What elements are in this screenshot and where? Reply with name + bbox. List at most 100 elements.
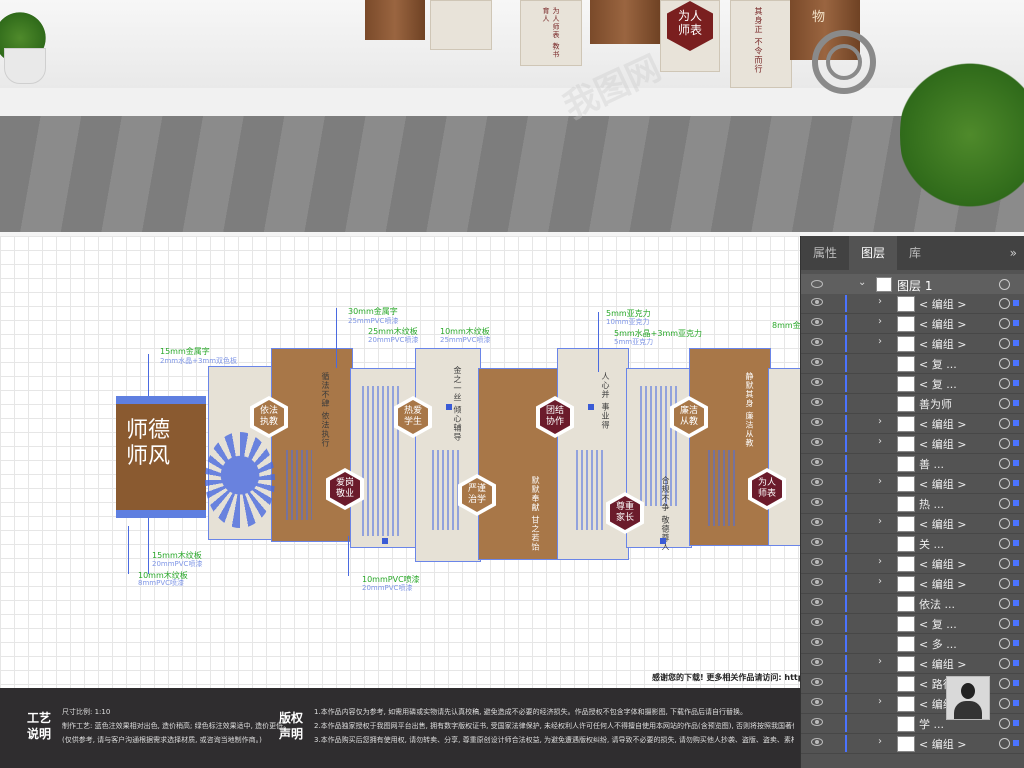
eye-icon[interactable]: [811, 338, 823, 346]
chevron-right-icon[interactable]: ›: [878, 576, 882, 587]
eye-icon[interactable]: [811, 398, 823, 406]
eye-icon[interactable]: [811, 458, 823, 466]
eye-icon[interactable]: [811, 718, 823, 726]
layer-item[interactable]: › < 编组 >: [801, 554, 1024, 574]
decorative-ornament[interactable]: [205, 432, 275, 528]
target-icon[interactable]: [999, 658, 1010, 669]
target-icon[interactable]: [999, 518, 1010, 529]
target-icon[interactable]: [999, 398, 1010, 409]
layer-item[interactable]: < 路径 >: [801, 674, 1024, 694]
layer-row-main[interactable]: ⌄ 图层 1: [801, 274, 1024, 294]
selection-indicator[interactable]: [1013, 720, 1019, 726]
canvas-panel-9[interactable]: [768, 368, 802, 546]
tab-layers[interactable]: 图层: [849, 236, 898, 270]
eye-icon[interactable]: [811, 438, 823, 446]
target-icon[interactable]: [999, 618, 1010, 629]
eye-icon[interactable]: [811, 678, 823, 686]
selection-indicator[interactable]: [1013, 380, 1019, 386]
layer-item[interactable]: › < 编组 >: [801, 474, 1024, 494]
layer-item[interactable]: < 复 ...: [801, 374, 1024, 394]
target-icon[interactable]: [999, 538, 1010, 549]
selection-indicator[interactable]: [1013, 520, 1019, 526]
selection-indicator[interactable]: [1013, 340, 1019, 346]
chevron-right-icon[interactable]: ›: [878, 336, 882, 347]
layer-item[interactable]: › < 编组 >: [801, 574, 1024, 594]
tab-library[interactable]: 库: [897, 236, 933, 270]
selection-indicator[interactable]: [1013, 420, 1019, 426]
eye-icon[interactable]: [811, 378, 823, 386]
shide-title-block[interactable]: 师德 师风: [116, 396, 206, 518]
layer-item[interactable]: 依法 ...: [801, 594, 1024, 614]
layers-panel[interactable]: 属性 图层 库 » ⌄ 图层 1 › < 编组 > › < 编组 > › < 编组 > < …: [800, 236, 1024, 768]
eye-icon[interactable]: [811, 498, 823, 506]
target-icon[interactable]: [999, 478, 1010, 489]
eye-icon[interactable]: [811, 578, 823, 586]
selection-indicator[interactable]: [1013, 460, 1019, 466]
eye-icon[interactable]: [811, 538, 823, 546]
eye-icon[interactable]: [811, 518, 823, 526]
layer-item[interactable]: 热 ...: [801, 494, 1024, 514]
selection-indicator[interactable]: [1013, 600, 1019, 606]
layer-item[interactable]: 学 ...: [801, 714, 1024, 734]
target-icon[interactable]: [999, 598, 1010, 609]
layer-item[interactable]: › < 编组 >: [801, 694, 1024, 714]
eye-icon[interactable]: [811, 658, 823, 666]
selection-indicator[interactable]: [1013, 400, 1019, 406]
layer-item[interactable]: › < 编组 >: [801, 734, 1024, 754]
chevron-right-icon[interactable]: ›: [878, 696, 882, 707]
eye-icon[interactable]: [811, 618, 823, 626]
target-icon[interactable]: [999, 378, 1010, 389]
canvas-panel-5[interactable]: [478, 368, 560, 560]
target-icon[interactable]: [999, 558, 1010, 569]
target-icon[interactable]: [999, 338, 1010, 349]
chevron-right-icon[interactable]: ›: [878, 516, 882, 527]
selection-indicator[interactable]: [1013, 560, 1019, 566]
chevron-right-icon[interactable]: ›: [878, 416, 882, 427]
target-icon[interactable]: [999, 718, 1010, 729]
selection-indicator[interactable]: [1013, 440, 1019, 446]
layer-item[interactable]: 善为师: [801, 394, 1024, 414]
eye-icon[interactable]: [811, 478, 823, 486]
target-icon[interactable]: [999, 698, 1010, 709]
target-icon[interactable]: [999, 458, 1010, 469]
layer-item[interactable]: < 多 ...: [801, 634, 1024, 654]
selection-indicator[interactable]: [1013, 640, 1019, 646]
selection-indicator[interactable]: [1013, 740, 1019, 746]
selection-indicator[interactable]: [1013, 480, 1019, 486]
canvas-panel-2[interactable]: [271, 348, 353, 542]
eye-icon[interactable]: [811, 318, 823, 326]
selection-indicator[interactable]: [1013, 540, 1019, 546]
selection-indicator[interactable]: [1013, 300, 1019, 306]
target-icon[interactable]: [999, 678, 1010, 689]
chevron-right-icon[interactable]: ›: [878, 736, 882, 747]
layer-item[interactable]: < 复 ...: [801, 354, 1024, 374]
target-icon[interactable]: [999, 738, 1010, 749]
chevron-right-icon[interactable]: ›: [878, 476, 882, 487]
chevron-right-icon[interactable]: ›: [878, 436, 882, 447]
layer-item[interactable]: 善 ...: [801, 454, 1024, 474]
target-icon[interactable]: [999, 298, 1010, 309]
layer-item[interactable]: › < 编组 >: [801, 434, 1024, 454]
panel-more-icon[interactable]: »: [1010, 236, 1017, 270]
tab-properties[interactable]: 属性: [801, 236, 849, 270]
eye-icon[interactable]: [811, 738, 823, 746]
selection-indicator[interactable]: [1013, 580, 1019, 586]
eye-icon[interactable]: [811, 598, 823, 606]
chevron-right-icon[interactable]: ›: [878, 296, 882, 307]
eye-icon[interactable]: [811, 558, 823, 566]
target-icon[interactable]: [999, 638, 1010, 649]
selection-indicator[interactable]: [1013, 660, 1019, 666]
target-icon[interactable]: [999, 358, 1010, 369]
target-icon[interactable]: [999, 418, 1010, 429]
selection-indicator[interactable]: [1013, 360, 1019, 366]
target-icon[interactable]: [999, 279, 1010, 290]
layer-item[interactable]: < 复 ...: [801, 614, 1024, 634]
eye-icon[interactable]: [811, 358, 823, 366]
selection-indicator[interactable]: [1013, 620, 1019, 626]
eye-icon[interactable]: [811, 418, 823, 426]
chevron-right-icon[interactable]: ›: [878, 656, 882, 667]
target-icon[interactable]: [999, 318, 1010, 329]
target-icon[interactable]: [999, 578, 1010, 589]
selection-indicator[interactable]: [1013, 320, 1019, 326]
target-icon[interactable]: [999, 438, 1010, 449]
